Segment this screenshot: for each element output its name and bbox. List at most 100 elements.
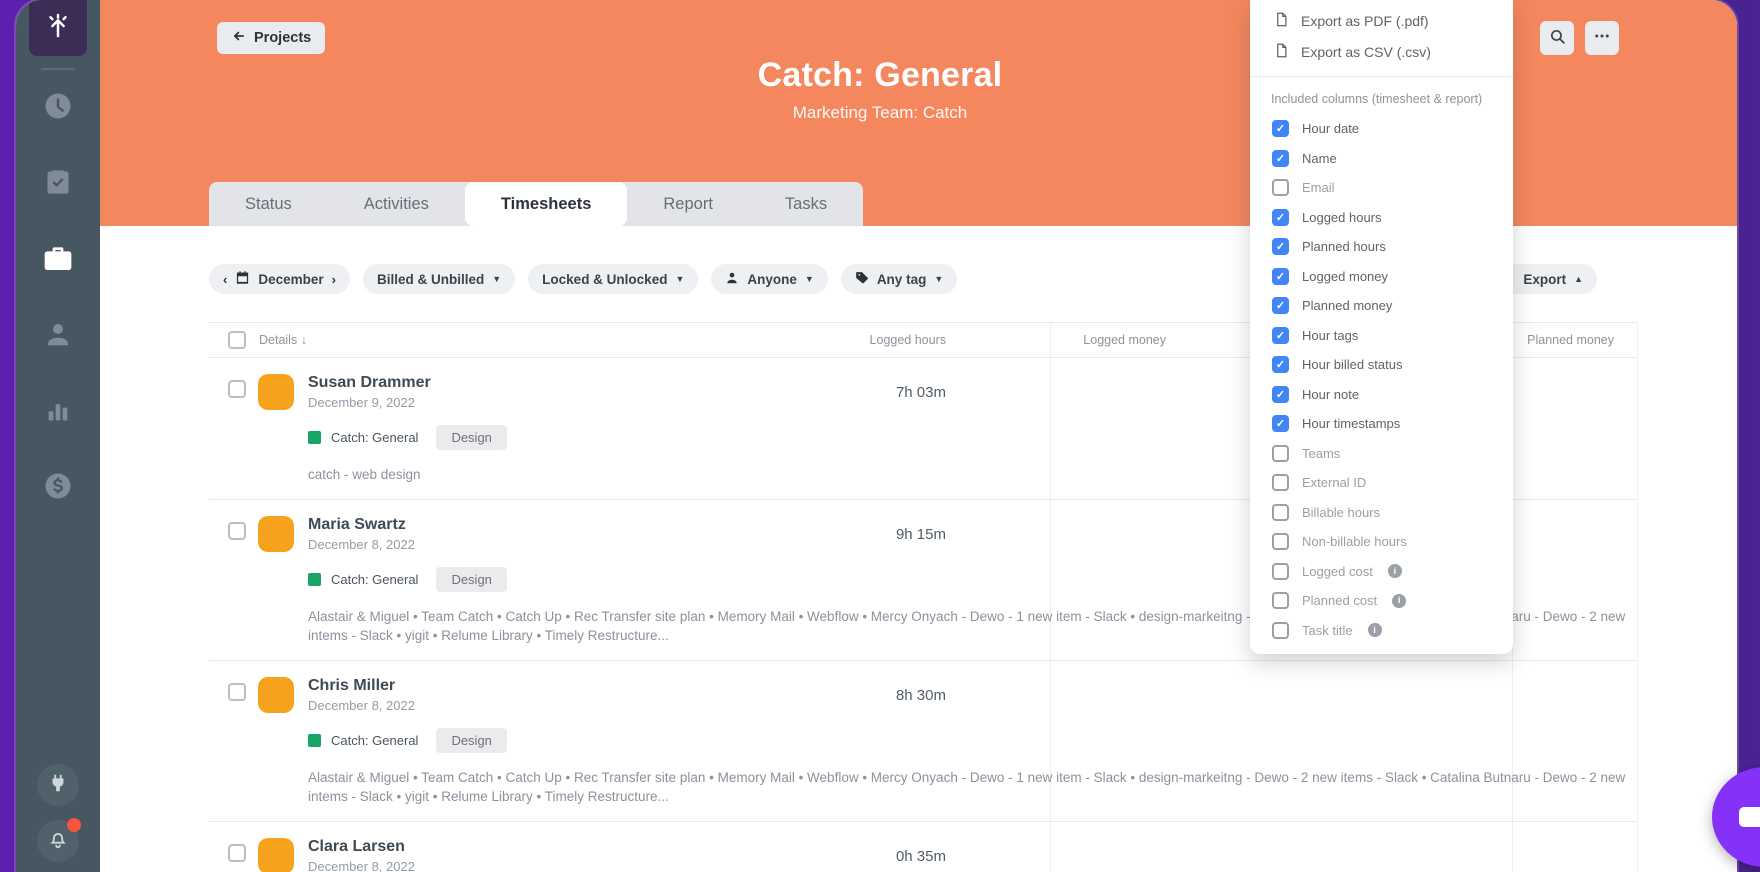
column-header-details[interactable]: Details ↓ <box>259 333 307 347</box>
camera-icon <box>1739 807 1760 827</box>
briefcase-icon <box>42 242 74 274</box>
included-column-option[interactable]: ✓ Planned hours <box>1250 232 1513 262</box>
tab-status[interactable]: Status <box>209 182 328 226</box>
checkbox[interactable] <box>1272 533 1289 550</box>
checkbox[interactable] <box>1272 474 1289 491</box>
checkbox[interactable]: ✓ <box>1272 268 1289 285</box>
locked-filter[interactable]: Locked & Unlocked ▼ <box>528 264 698 294</box>
checkbox[interactable]: ✓ <box>1272 238 1289 255</box>
table-row[interactable]: Clara Larsen December 8, 2022 0h 35m Cat… <box>209 822 1637 872</box>
tag-badge[interactable]: Design <box>436 567 506 592</box>
included-column-option[interactable]: Email <box>1250 173 1513 203</box>
logged-hours-value: 7h 03m <box>809 384 946 401</box>
next-month-icon[interactable]: › <box>332 272 336 287</box>
sidebar-item-reports[interactable] <box>36 388 80 432</box>
checkbox[interactable] <box>1272 563 1289 580</box>
sidebar-item-time[interactable] <box>36 84 80 128</box>
back-arrow-icon <box>231 29 247 47</box>
sidebar-item-projects[interactable] <box>36 236 80 280</box>
prev-month-icon[interactable]: ‹ <box>223 272 227 287</box>
export-pdf-menu-item[interactable]: Export as PDF (.pdf) <box>1250 5 1513 36</box>
included-column-option[interactable]: ✓ Logged money <box>1250 262 1513 292</box>
included-column-label: External ID <box>1302 475 1366 490</box>
tag-filter[interactable]: Any tag ▼ <box>841 264 957 294</box>
export-csv-label: Export as CSV (.csv) <box>1301 44 1431 60</box>
included-column-option[interactable]: ✓ Hour tags <box>1250 321 1513 351</box>
included-columns-list: ✓ Hour date ✓ Name Email ✓ Logged hours … <box>1250 114 1513 645</box>
included-column-option[interactable]: ✓ Logged hours <box>1250 203 1513 233</box>
tab-tasks[interactable]: Tasks <box>749 182 863 226</box>
tab-report[interactable]: Report <box>627 182 749 226</box>
avatar <box>258 838 294 872</box>
checkbox[interactable]: ✓ <box>1272 209 1289 226</box>
dollar-circle-icon <box>43 471 73 501</box>
sidebar-bottom <box>37 750 79 872</box>
checkbox[interactable]: ✓ <box>1272 297 1289 314</box>
checkbox[interactable]: ✓ <box>1272 120 1289 137</box>
included-column-option[interactable]: ✓ Hour date <box>1250 114 1513 144</box>
checkbox[interactable]: ✓ <box>1272 386 1289 403</box>
row-checkbox[interactable] <box>228 844 246 862</box>
assignee-filter[interactable]: Anyone ▼ <box>711 264 827 294</box>
export-pdf-label: Export as PDF (.pdf) <box>1301 13 1429 29</box>
notifications-button[interactable] <box>37 820 79 862</box>
chevron-down-icon: ▼ <box>675 274 684 284</box>
entry-date: December 8, 2022 <box>308 859 1637 872</box>
row-checkbox[interactable] <box>228 380 246 398</box>
info-icon: i <box>1368 623 1382 637</box>
export-csv-menu-item[interactable]: Export as CSV (.csv) <box>1250 36 1513 67</box>
row-checkbox[interactable] <box>228 522 246 540</box>
checkbox[interactable] <box>1272 592 1289 609</box>
checkbox[interactable] <box>1272 622 1289 639</box>
app-logo[interactable] <box>29 0 87 56</box>
sidebar-item-billing[interactable] <box>36 464 80 508</box>
included-column-option[interactable]: ✓ Hour note <box>1250 380 1513 410</box>
chevron-up-icon: ▲ <box>1574 274 1583 284</box>
chevron-down-icon: ▼ <box>492 274 501 284</box>
logged-hours-value: 0h 35m <box>809 848 946 865</box>
date-range-picker[interactable]: ‹ December › <box>209 264 350 294</box>
sidebar-item-people[interactable] <box>36 312 80 356</box>
tag-badge[interactable]: Design <box>436 425 506 450</box>
column-header-logged-money[interactable]: Logged money <box>1029 333 1166 347</box>
checkbox[interactable]: ✓ <box>1272 356 1289 373</box>
search-button[interactable] <box>1540 21 1574 55</box>
back-to-projects-button[interactable]: Projects <box>217 22 325 54</box>
included-column-option[interactable]: Logged cost i <box>1250 557 1513 587</box>
tag-badge[interactable]: Design <box>436 728 506 753</box>
select-all-checkbox[interactable] <box>228 331 246 349</box>
toggl-plan-logo-icon <box>43 11 73 46</box>
checkbox[interactable]: ✓ <box>1272 150 1289 167</box>
included-column-option[interactable]: Planned cost i <box>1250 586 1513 616</box>
integrations-button[interactable] <box>37 764 79 806</box>
tab-activities[interactable]: Activities <box>328 182 465 226</box>
clipboard-check-icon <box>44 168 72 196</box>
included-column-option[interactable]: ✓ Name <box>1250 144 1513 174</box>
calendar-icon <box>235 270 250 288</box>
included-column-label: Hour billed status <box>1302 357 1402 372</box>
included-column-option[interactable]: External ID <box>1250 468 1513 498</box>
table-row[interactable]: Chris Miller December 8, 2022 8h 30m Cat… <box>209 661 1637 822</box>
checkbox[interactable] <box>1272 445 1289 462</box>
checkbox[interactable] <box>1272 179 1289 196</box>
included-column-option[interactable]: Billable hours <box>1250 498 1513 528</box>
checkbox[interactable]: ✓ <box>1272 327 1289 344</box>
entry-date: December 8, 2022 <box>308 698 1637 713</box>
checkbox[interactable] <box>1272 504 1289 521</box>
included-column-option[interactable]: Teams <box>1250 439 1513 469</box>
export-dropdown-menu: Export as PDF (.pdf) Export as CSV (.csv… <box>1250 0 1513 654</box>
included-column-option[interactable]: ✓ Hour timestamps <box>1250 409 1513 439</box>
more-options-button[interactable] <box>1585 21 1619 55</box>
column-header-logged-hours[interactable]: Logged hours <box>809 333 946 347</box>
included-column-option[interactable]: Task title i <box>1250 616 1513 646</box>
tab-timesheets[interactable]: Timesheets <box>465 182 628 226</box>
included-column-option[interactable]: Non-billable hours <box>1250 527 1513 557</box>
included-column-option[interactable]: ✓ Planned money <box>1250 291 1513 321</box>
sidebar-item-tasks[interactable] <box>36 160 80 204</box>
row-checkbox[interactable] <box>228 683 246 701</box>
included-column-option[interactable]: ✓ Hour billed status <box>1250 350 1513 380</box>
checkbox[interactable]: ✓ <box>1272 415 1289 432</box>
project-color-swatch <box>308 573 321 586</box>
included-column-label: Non-billable hours <box>1302 534 1407 549</box>
billing-filter[interactable]: Billed & Unbilled ▼ <box>363 264 515 294</box>
